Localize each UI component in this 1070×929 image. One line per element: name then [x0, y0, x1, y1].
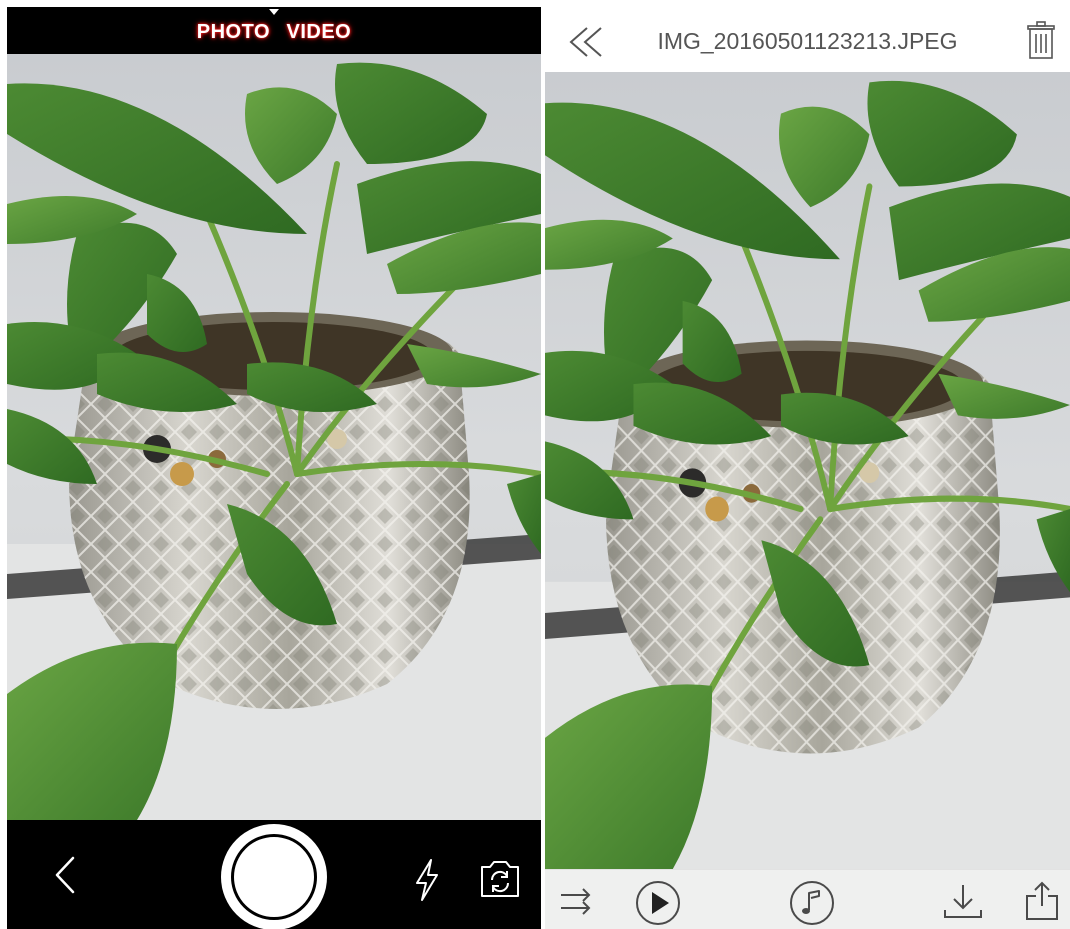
double-chevron-left-icon[interactable]: [565, 22, 607, 62]
camera-mode-bar: PHOTO VIDEO: [7, 7, 541, 54]
chevron-left-icon[interactable]: [47, 850, 87, 900]
viewer-toolbar: [545, 869, 1070, 929]
camera-screen: PHOTO VIDEO: [7, 7, 541, 929]
captured-photo: [545, 72, 1070, 869]
mode-video[interactable]: VIDEO: [286, 21, 351, 44]
mode-photo[interactable]: PHOTO: [197, 21, 270, 44]
flash-icon[interactable]: [409, 856, 445, 904]
viewer-header: IMG_20160501123213.JPEG: [545, 0, 1070, 72]
image-filename-title: IMG_20160501123213.JPEG: [657, 28, 958, 54]
mode-selector: PHOTO VIDEO: [7, 21, 541, 44]
music-note-circle-icon[interactable]: [789, 880, 835, 926]
camera-controls-bar: [7, 820, 541, 929]
download-icon[interactable]: [941, 882, 985, 922]
camera-viewfinder[interactable]: [7, 54, 541, 820]
share-icon[interactable]: [1023, 880, 1061, 922]
swap-arrows-icon[interactable]: [559, 884, 593, 918]
trash-icon[interactable]: [1025, 20, 1057, 60]
switch-camera-icon[interactable]: [477, 858, 523, 900]
caret-down-icon: [269, 9, 279, 15]
photo-viewer-screen: IMG_20160501123213.JPEG: [545, 0, 1070, 929]
viewfinder-image: [7, 54, 541, 820]
shutter-button[interactable]: [221, 824, 327, 929]
play-circle-icon[interactable]: [635, 880, 681, 926]
shutter-inner-ring: [231, 834, 317, 920]
viewer-image[interactable]: [545, 72, 1070, 869]
